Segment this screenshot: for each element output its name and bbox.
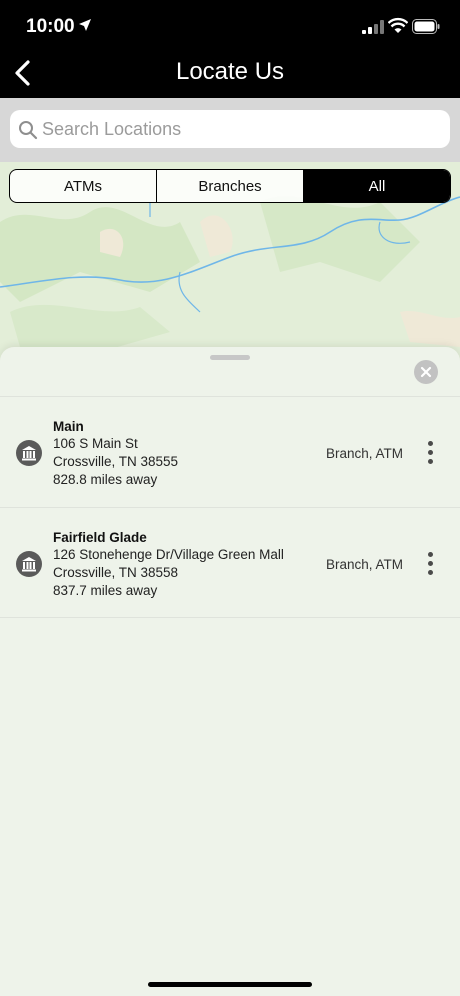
home-indicator[interactable] — [148, 982, 312, 987]
segment-all[interactable]: All — [304, 170, 450, 202]
location-distance: 837.7 miles away — [53, 583, 158, 598]
more-options-icon[interactable] — [422, 552, 440, 576]
location-distance: 828.8 miles away — [53, 472, 158, 487]
sheet-grabber-handle[interactable] — [210, 355, 250, 360]
locations-list: Main 106 S Main St Crossville, TN 38555 … — [0, 396, 460, 618]
location-address-line1: 106 S Main St — [53, 436, 138, 451]
location-address-line1: 126 Stonehenge Dr/Village Green Mall — [53, 547, 284, 562]
bank-icon — [16, 551, 42, 577]
more-options-icon[interactable] — [422, 441, 440, 465]
status-time: 10:00 — [26, 16, 75, 37]
close-sheet-button[interactable] — [414, 360, 438, 384]
search-bar-container — [0, 98, 460, 162]
location-address-line2: Crossville, TN 38555 — [53, 454, 179, 469]
segment-branches[interactable]: Branches — [157, 170, 304, 202]
search-box[interactable] — [10, 110, 450, 148]
top-bar: 10:00 Locate Us — [0, 0, 460, 98]
location-name: Main — [53, 419, 84, 434]
location-filter-segmented-control: ATMs Branches All — [9, 169, 451, 203]
segment-atms[interactable]: ATMs — [10, 170, 157, 202]
search-input[interactable] — [42, 110, 442, 148]
locations-bottom-sheet: Main 106 S Main St Crossville, TN 38555 … — [0, 347, 460, 996]
location-arrow-icon — [79, 19, 91, 31]
close-icon — [420, 366, 432, 378]
location-type: Branch, ATM — [325, 446, 403, 461]
location-name: Fairfield Glade — [53, 530, 147, 545]
cellular-signal-icon — [362, 20, 384, 34]
location-list-item[interactable]: Fairfield Glade 126 Stonehenge Dr/Villag… — [0, 507, 460, 618]
status-bar: 10:00 — [0, 0, 460, 52]
bank-icon — [16, 440, 42, 466]
page-title: Locate Us — [175, 58, 285, 85]
location-type: Branch, ATM — [325, 557, 403, 572]
wifi-icon — [388, 17, 408, 33]
search-icon — [19, 121, 38, 140]
location-address-line2: Crossville, TN 38558 — [53, 565, 179, 580]
battery-icon — [412, 19, 440, 34]
location-list-item[interactable]: Main 106 S Main St Crossville, TN 38555 … — [0, 396, 460, 507]
